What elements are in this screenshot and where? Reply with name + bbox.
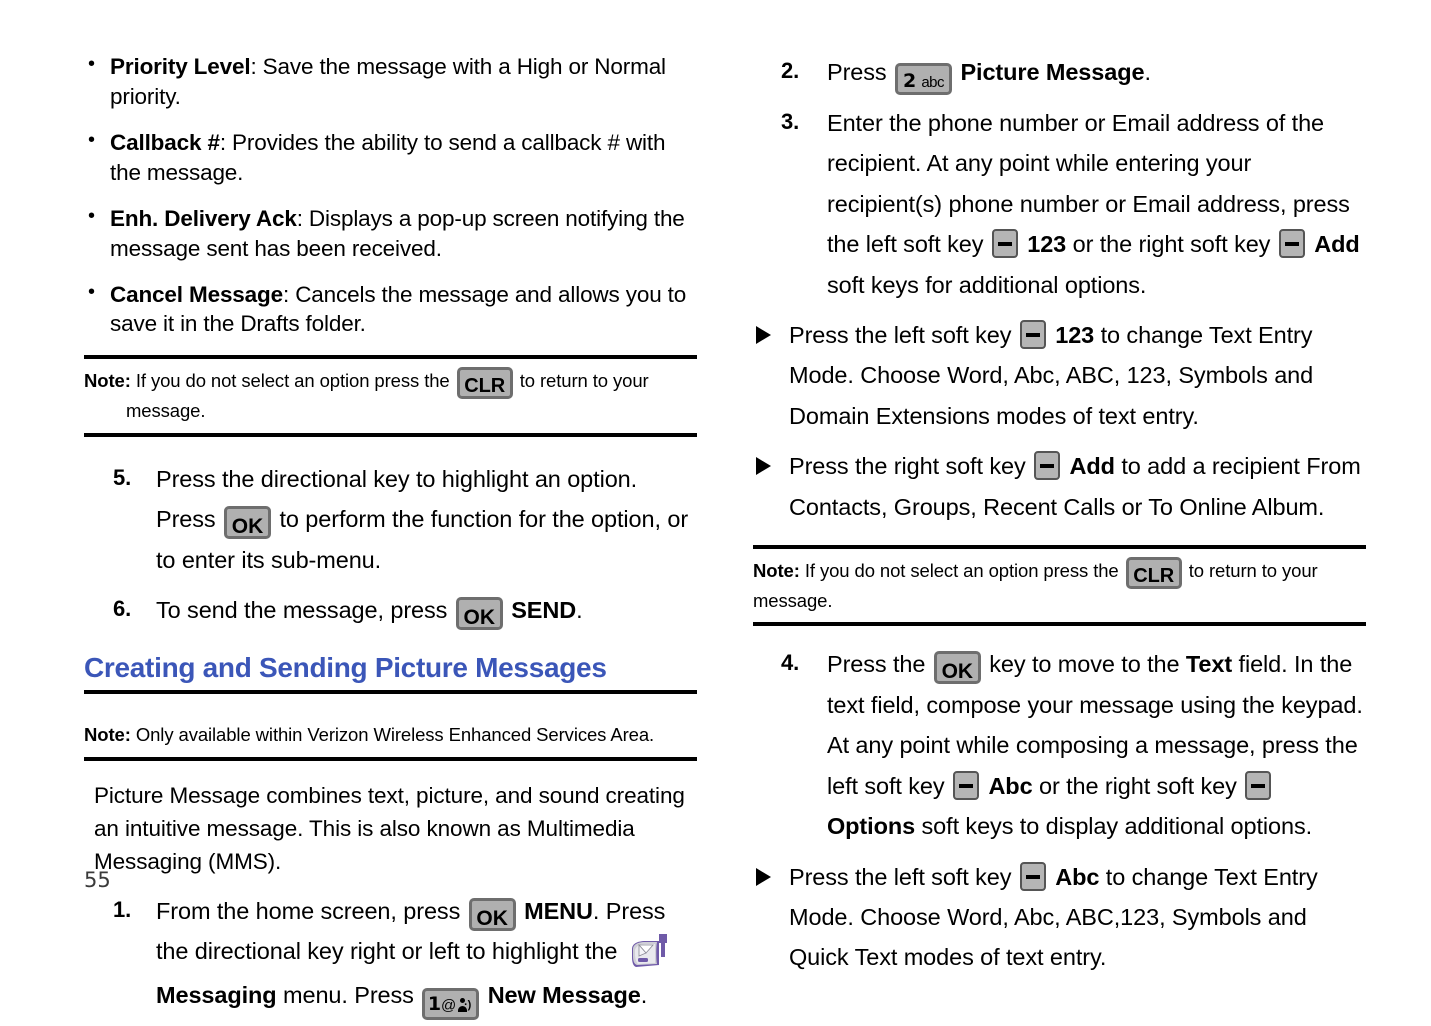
ok-key-icon: OK	[468, 897, 516, 931]
key-1-at-icon: 1@ ·)	[422, 988, 480, 1021]
key-2-abc-icon: 2 abc	[895, 63, 953, 95]
send-label: SEND	[511, 597, 577, 623]
bullet-term: Cancel Message	[110, 281, 283, 307]
note-text: Only available within Verizon Wireless E…	[135, 724, 655, 746]
step-text-2: key to move to the	[989, 651, 1180, 678]
clr-key-icon: CLR	[456, 367, 513, 400]
note-text-2: to return to your	[519, 370, 649, 392]
page-title: Creating and Sending Picture Messages	[84, 652, 697, 695]
step-text-2: .	[576, 597, 583, 623]
note-text-line2: message.	[126, 400, 206, 422]
manual-page: Priority Level: Save the message with a …	[0, 0, 1431, 1021]
soft-key-icon	[991, 229, 1018, 259]
triangle-bullet-2: Press the right soft key Add to add a re…	[753, 446, 1366, 527]
step-text-3: soft keys for additional options.	[827, 271, 1147, 298]
left-column: Priority Level: Save the message with a …	[84, 0, 697, 1026]
softkey-add-label: Add	[1314, 231, 1360, 258]
step-text-1: Press the	[827, 651, 926, 678]
step-5: 5. Press the directional key to highligh…	[84, 459, 697, 580]
note-text: If you do not select an option press the	[804, 560, 1119, 582]
step-text-2: or the right soft key	[1072, 231, 1271, 258]
step-4: 4. Press the OK key to move to the Text …	[753, 644, 1366, 846]
step-text-1: To send the message, press	[156, 597, 448, 623]
softkey-abc-label: Abc	[988, 772, 1033, 799]
key-at: @	[440, 997, 456, 1015]
ok-key-icon: OK	[224, 506, 272, 540]
page-number: 55	[84, 868, 111, 892]
new-message-label: New Message	[487, 982, 641, 1009]
menu-label: MENU	[524, 897, 593, 924]
mailbox-icon	[626, 931, 672, 975]
step-6: 6. To send the message, press OK SEND.	[84, 590, 697, 630]
soft-key-icon	[953, 770, 979, 800]
step-1: 1. From the home screen, press OK MENU. …	[84, 891, 697, 1021]
soft-key-icon	[1278, 229, 1305, 259]
option-bullet-list: Priority Level: Save the message with a …	[84, 51, 697, 340]
step-text-3: menu. Press	[283, 982, 414, 1009]
note-box-clr-right: Note: If you do not select an option pre…	[753, 545, 1366, 627]
note-label: Note:	[84, 370, 131, 392]
note-label: Note:	[84, 724, 131, 746]
bullet-term: Enh. Delivery Ack	[110, 205, 297, 231]
step-number: 1.	[113, 896, 132, 922]
softkey-abc-label: Abc	[1055, 863, 1100, 890]
soft-key-icon	[1019, 861, 1046, 891]
note-box-clr-left: Note: If you do not select an option pre…	[84, 355, 697, 437]
softkey-123-label: 123	[1055, 322, 1095, 349]
step-text-4: .	[640, 982, 648, 1009]
list-item: Callback #: Provides the ability to send…	[84, 127, 697, 188]
ok-key-icon: OK	[455, 597, 503, 630]
bullet-term: Priority Level	[110, 54, 251, 79]
softkey-123-label: 123	[1027, 231, 1067, 258]
step-number: 6.	[113, 596, 132, 621]
soft-key-icon	[1019, 320, 1046, 350]
note-box-availability: Note: Only available within Verizon Wire…	[84, 716, 697, 761]
softkey-add-label: Add	[1069, 453, 1115, 480]
key-digit: 2	[903, 70, 917, 92]
triangle-bullet-1: Press the left soft key 123 to change Te…	[753, 315, 1366, 436]
soft-key-icon	[1245, 770, 1272, 800]
note-text: If you do not select an option press the	[135, 370, 450, 392]
tri-text-1: Press the right soft key	[789, 453, 1026, 480]
step-2: 2. Press 2 abc Picture Message.	[753, 52, 1366, 95]
soft-key-icon	[1034, 451, 1061, 481]
step-3: 3. Enter the phone number or Email addre…	[753, 103, 1366, 305]
softkey-options-label: Options	[827, 813, 916, 840]
step-number: 2.	[781, 58, 800, 83]
messaging-label: Messaging	[156, 982, 277, 1009]
tri-text-1: Press the left soft key	[789, 322, 1012, 349]
sound-waves-icon: ·)	[464, 999, 472, 1012]
note-label: Note:	[753, 560, 800, 582]
bullet-term: Callback #	[110, 129, 220, 155]
intro-paragraph: Picture Message combines text, picture, …	[94, 782, 685, 875]
step-number: 5.	[113, 464, 132, 490]
right-column: 2. Press 2 abc Picture Message. 3. Enter…	[753, 0, 1366, 982]
step-text-1: Press	[827, 59, 887, 85]
step-number: 3.	[781, 109, 800, 134]
tri-text-1: Press the left soft key	[789, 863, 1012, 890]
clr-key-icon: CLR	[1125, 557, 1182, 590]
step-text-1: From the home screen, press	[156, 897, 461, 924]
step-number: 4.	[781, 650, 800, 676]
step-text-2: .	[1144, 59, 1151, 85]
key-letters: abc	[921, 74, 945, 91]
picture-message-label: Picture Message	[960, 59, 1145, 85]
list-item: Cancel Message: Cancels the message and …	[84, 279, 697, 340]
text-field-label: Text	[1185, 651, 1233, 678]
list-item: Priority Level: Save the message with a …	[84, 51, 697, 112]
key-digit: 1	[427, 993, 441, 1016]
triangle-bullet-3: Press the left soft key Abc to change Te…	[753, 857, 1366, 978]
list-item: Enh. Delivery Ack: Displays a pop-up scr…	[84, 203, 697, 264]
ok-key-icon: OK	[933, 651, 981, 685]
step-text-4: or the right soft key	[1038, 772, 1237, 799]
step-text-5: soft keys to display additional options.	[921, 813, 1313, 840]
